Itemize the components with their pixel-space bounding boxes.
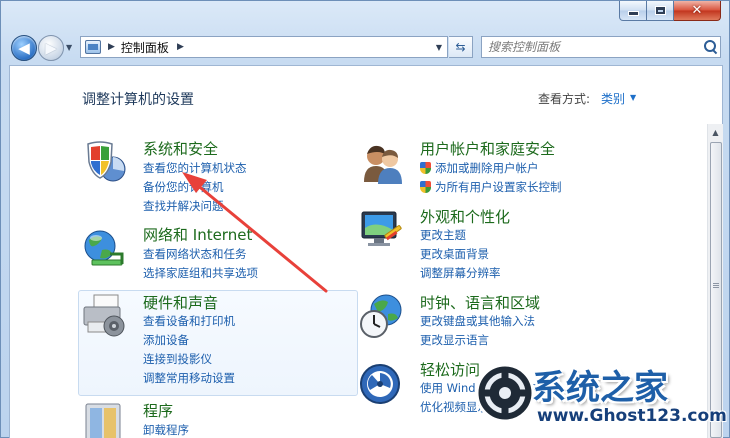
vertical-scrollbar[interactable]: ▲ bbox=[707, 124, 723, 438]
ease-of-access-icon[interactable] bbox=[358, 360, 406, 408]
shield-icon[interactable] bbox=[80, 136, 128, 184]
view-by-dropdown[interactable]: 类别 bbox=[601, 90, 625, 107]
link-add-remove-accounts-label: 添加或删除用户帐户 bbox=[435, 161, 539, 175]
category-clock-language-region[interactable]: 时钟、语言和区域 bbox=[420, 292, 540, 313]
category-hardware-and-sound[interactable]: 硬件和声音 bbox=[143, 292, 218, 313]
monitor-icon[interactable] bbox=[358, 206, 406, 254]
link-change-desktop-background[interactable]: 更改桌面背景 bbox=[420, 246, 489, 262]
caption-buttons: ✕ bbox=[619, 1, 721, 21]
category-user-accounts[interactable]: 用户帐户和家庭安全 bbox=[420, 138, 555, 159]
link-uninstall-program[interactable]: 卸载程序 bbox=[143, 422, 189, 438]
forward-button[interactable]: ▶ bbox=[38, 35, 64, 61]
address-bar[interactable]: ▶ 控制面板 ▶ ▼ bbox=[80, 36, 448, 58]
users-icon[interactable] bbox=[358, 138, 406, 186]
link-troubleshoot[interactable]: 查找并解决问题 bbox=[143, 198, 224, 214]
link-devices-printers[interactable]: 查看设备和打印机 bbox=[143, 313, 235, 329]
breadcrumb-control-panel[interactable]: 控制面板 bbox=[121, 39, 169, 56]
link-homegroup-sharing[interactable]: 选择家庭组和共享选项 bbox=[143, 265, 258, 281]
close-icon: ✕ bbox=[691, 3, 703, 18]
chevron-down-icon[interactable]: ▼ bbox=[630, 93, 636, 102]
watermark-url: www.Ghost123.com bbox=[537, 406, 727, 426]
forward-arrow-icon: ▶ bbox=[45, 38, 57, 57]
close-button[interactable]: ✕ bbox=[674, 1, 721, 21]
scroll-up-arrow-icon[interactable]: ▲ bbox=[708, 126, 723, 140]
recent-pages-dropdown[interactable]: ▼ bbox=[66, 43, 72, 52]
link-backup-computer[interactable]: 备份您的计算机 bbox=[143, 179, 224, 195]
scrollbar-thumb[interactable] bbox=[710, 142, 722, 438]
view-by-label: 查看方式: bbox=[538, 92, 591, 106]
refresh-icon: ⇆ bbox=[455, 40, 466, 54]
refresh-button[interactable]: ⇆ bbox=[449, 36, 473, 58]
clock-globe-icon[interactable] bbox=[358, 292, 406, 340]
link-change-input-method[interactable]: 更改键盘或其他输入法 bbox=[420, 313, 535, 329]
link-add-remove-accounts[interactable]: 添加或删除用户帐户 bbox=[420, 160, 539, 176]
link-view-computer-status[interactable]: 查看您的计算机状态 bbox=[143, 160, 247, 176]
maximize-icon bbox=[654, 6, 666, 15]
category-appearance[interactable]: 外观和个性化 bbox=[420, 206, 510, 227]
address-dropdown-button[interactable]: ▼ bbox=[431, 37, 447, 57]
control-panel-icon bbox=[85, 40, 101, 54]
category-ease-of-access[interactable]: 轻松访问 bbox=[420, 359, 480, 380]
link-connect-projector[interactable]: 连接到投影仪 bbox=[143, 351, 212, 367]
search-box bbox=[481, 36, 721, 58]
link-mobility-settings[interactable]: 调整常用移动设置 bbox=[143, 370, 235, 386]
back-arrow-icon: ◀ bbox=[18, 38, 30, 57]
search-input[interactable] bbox=[482, 38, 700, 56]
shield-icon bbox=[420, 181, 431, 193]
link-add-device[interactable]: 添加设备 bbox=[143, 332, 189, 348]
back-button[interactable]: ◀ bbox=[11, 35, 37, 61]
link-adjust-resolution[interactable]: 调整屏幕分辨率 bbox=[420, 265, 501, 281]
category-network-and-internet[interactable]: 网络和 Internet bbox=[143, 224, 252, 245]
breadcrumb-separator-icon[interactable]: ▶ bbox=[108, 42, 115, 52]
network-globe-icon[interactable] bbox=[80, 224, 128, 272]
breadcrumb-separator-icon[interactable]: ▶ bbox=[177, 42, 184, 52]
maximize-button[interactable] bbox=[647, 1, 674, 21]
programs-icon[interactable] bbox=[80, 398, 128, 438]
grip-icon bbox=[713, 283, 719, 284]
printer-icon[interactable] bbox=[80, 292, 128, 340]
link-change-theme[interactable]: 更改主题 bbox=[420, 227, 466, 243]
search-icon[interactable] bbox=[700, 37, 720, 57]
minimize-button[interactable] bbox=[619, 1, 647, 21]
link-parental-controls[interactable]: 为所有用户设置家长控制 bbox=[420, 179, 562, 195]
category-programs[interactable]: 程序 bbox=[143, 400, 173, 421]
link-network-status[interactable]: 查看网络状态和任务 bbox=[143, 246, 247, 262]
link-parental-controls-label: 为所有用户设置家长控制 bbox=[435, 180, 562, 194]
link-change-display-language[interactable]: 更改显示语言 bbox=[420, 332, 489, 348]
shield-icon bbox=[420, 162, 431, 174]
minimize-icon bbox=[627, 11, 639, 16]
ghost123-logo-icon bbox=[475, 363, 535, 423]
page-title: 调整计算机的设置 bbox=[82, 92, 194, 108]
watermark-title: 系统之家 bbox=[532, 368, 668, 408]
category-system-and-security[interactable]: 系统和安全 bbox=[143, 138, 218, 159]
